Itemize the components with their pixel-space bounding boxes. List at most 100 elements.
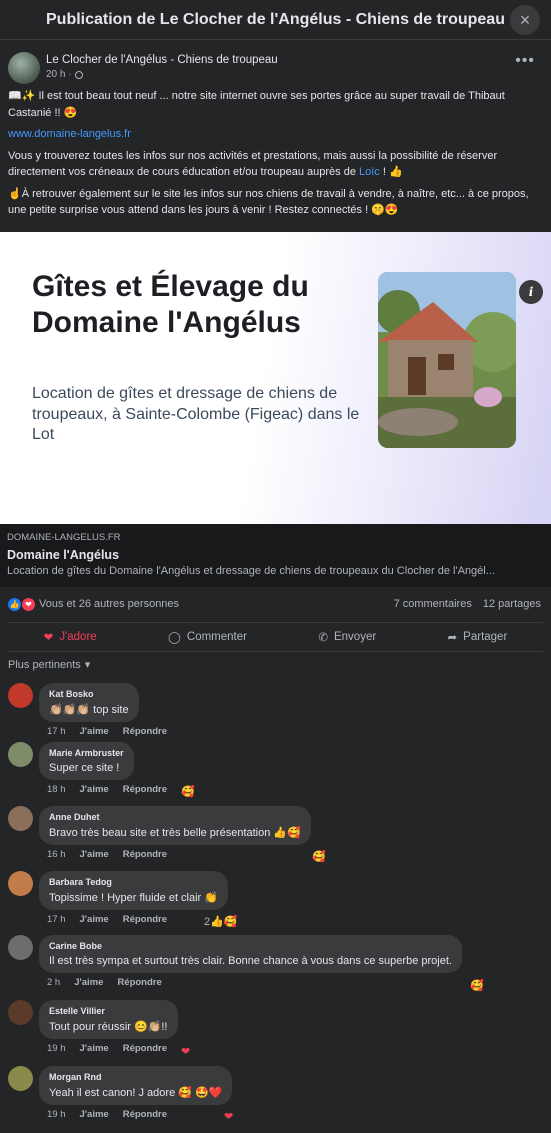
comment-reaction-badge[interactable]: 2👍🥰: [204, 915, 238, 928]
post-time[interactable]: 20 h ·: [46, 69, 72, 80]
link-title: Domaine l'Angélus: [7, 548, 120, 562]
avatar[interactable]: [8, 742, 33, 767]
comment-item: Estelle Villier Tout pour réussir 😊👏🏼!! 19…: [8, 1000, 543, 1054]
comment-meta: 19 h J'aime Répondre: [47, 1109, 232, 1120]
avatar[interactable]: [8, 806, 33, 831]
comment-bubble: Marie Armbruster Super ce site !: [39, 742, 134, 780]
more-options-button[interactable]: •••: [515, 52, 535, 70]
preview-title: Gîtes et Élevage du Domaine l'Angélus: [32, 270, 309, 339]
link-description: Location de gîtes du Domaine l'Angélus e…: [7, 565, 495, 577]
comment-like-button[interactable]: J'aime: [74, 977, 103, 988]
comment-text: Tout pour réussir 😊👏🏼!!: [49, 1021, 168, 1033]
commenter-name[interactable]: Carine Bobe: [49, 941, 452, 951]
share-button[interactable]: ➦ Partager: [448, 630, 508, 644]
comment-meta: 16 h J'aime Répondre: [47, 849, 311, 860]
comment-bubble: Carine Bobe Il est très sympa et surtout …: [39, 935, 462, 973]
commenter-name[interactable]: Barbara Tedog: [49, 877, 218, 887]
comment-meta: 2 h J'aime Répondre: [47, 977, 462, 988]
avatar[interactable]: [8, 871, 33, 896]
avatar[interactable]: [8, 935, 33, 960]
love-label: J'adore: [59, 631, 97, 643]
share-icon: ➦: [447, 632, 458, 644]
comment-like-button[interactable]: J'aime: [80, 1043, 109, 1054]
comment-reply-button[interactable]: Répondre: [123, 849, 167, 860]
comment-item: Kat Bosko 👏🏼👏🏼👏🏼 top site 17 h J'aime Répond…: [8, 683, 543, 737]
comment-item: Anne Duhet Bravo très beau site et très b…: [8, 806, 543, 860]
comment-time[interactable]: 2 h: [47, 977, 60, 988]
comment-bubble: Kat Bosko 👏🏼👏🏼👏🏼 top site: [39, 683, 139, 722]
comment-button[interactable]: ◯ Commenter: [168, 630, 247, 644]
avatar[interactable]: [8, 1066, 33, 1091]
comments-count[interactable]: 7 commentaires: [394, 598, 472, 610]
comment-like-button[interactable]: J'aime: [80, 1109, 109, 1120]
reactions-bar: 👍 ❤ Vous et 26 autres personnes 7 comment…: [8, 592, 541, 616]
link-card[interactable]: DOMAINE-LANGELUS.FR Domaine l'Angélus Lo…: [0, 524, 551, 587]
comment-time[interactable]: 19 h: [47, 1109, 66, 1120]
comment-time[interactable]: 19 h: [47, 1043, 66, 1054]
comment-reaction-badge[interactable]: ❤: [224, 1110, 233, 1123]
comment-bubble: Anne Duhet Bravo très beau site et très b…: [39, 806, 311, 845]
house-photo: [378, 272, 516, 448]
close-button[interactable]: ×: [510, 5, 540, 35]
globe-icon: [74, 70, 83, 79]
comment-reply-button[interactable]: Répondre: [123, 726, 167, 737]
comment-item: Barbara Tedog Topissime ! Hyper fluide et…: [8, 871, 543, 925]
action-bar: ❤ J'adore ◯ Commenter ✆ Envoyer ➦ Partager: [8, 622, 543, 652]
mention-link[interactable]: Loïc: [359, 166, 380, 178]
commenter-name[interactable]: Anne Duhet: [49, 812, 301, 822]
comment-like-button[interactable]: J'aime: [80, 726, 109, 737]
post-paragraph: Vous y trouverez toutes les infos sur no…: [8, 148, 543, 181]
comment-reply-button[interactable]: Répondre: [123, 784, 167, 795]
comment-text: Bravo très beau site et très belle prése…: [49, 827, 301, 839]
comment-item: Morgan Rnd Yeah il est canon! J adore 🥰 🤩…: [8, 1066, 543, 1120]
page-avatar[interactable]: [8, 52, 40, 84]
info-icon[interactable]: i: [519, 280, 543, 304]
avatar[interactable]: [8, 1000, 33, 1025]
post-body: 📖✨ Il est tout beau tout neuf ... notre …: [0, 88, 551, 219]
reactions-summary[interactable]: 👍 ❤ Vous et 26 autres personnes: [8, 597, 179, 611]
website-link[interactable]: www.domaine-langelus.fr: [8, 128, 131, 140]
modal-title: Publication de Le Clocher de l'Angélus -…: [46, 10, 505, 28]
post-meta: 20 h ·: [46, 69, 278, 80]
comment-reply-button[interactable]: Répondre: [123, 914, 167, 925]
comment-reaction-badge[interactable]: 🥰: [181, 785, 195, 798]
comment-icon: ◯: [168, 632, 181, 644]
comment-time[interactable]: 17 h: [47, 914, 66, 925]
close-icon[interactable]: ×: [520, 10, 531, 31]
comment-reaction-badge[interactable]: ❤: [181, 1045, 190, 1058]
comment-like-button[interactable]: J'aime: [80, 914, 109, 925]
comment-label: Commenter: [186, 631, 247, 643]
comment-bubble: Barbara Tedog Topissime ! Hyper fluide et…: [39, 871, 228, 910]
link-preview-image[interactable]: Gîtes et Élevage du Domaine l'Angélus Lo…: [0, 232, 551, 524]
avatar[interactable]: [8, 683, 33, 708]
comment-time[interactable]: 17 h: [47, 726, 66, 737]
comment-text: Super ce site !: [49, 762, 120, 774]
post-header: Le Clocher de l'Angélus - Chiens de trou…: [0, 40, 551, 88]
love-button[interactable]: ❤ J'adore: [44, 630, 97, 644]
commenter-name[interactable]: Kat Bosko: [49, 689, 129, 699]
send-button[interactable]: ✆ Envoyer: [318, 630, 376, 644]
comment-reaction-badge[interactable]: 🥰: [470, 979, 484, 992]
comment-meta: 19 h J'aime Répondre: [47, 1043, 178, 1054]
comment-meta: 17 h J'aime Répondre: [47, 914, 228, 925]
page-name-link[interactable]: Le Clocher de l'Angélus - Chiens de trou…: [46, 54, 278, 66]
commenter-name[interactable]: Morgan Rnd: [49, 1072, 222, 1082]
comment-time[interactable]: 16 h: [47, 849, 66, 860]
filter-label: Plus pertinents: [8, 658, 81, 671]
commenter-name[interactable]: Estelle Villier: [49, 1006, 168, 1016]
reactions-count[interactable]: Vous et 26 autres personnes: [39, 598, 179, 610]
comment-like-button[interactable]: J'aime: [80, 849, 109, 860]
modal-header: Publication de Le Clocher de l'Angélus -…: [0, 0, 551, 40]
comment-reply-button[interactable]: Répondre: [123, 1043, 167, 1054]
comment-reaction-badge[interactable]: 🥰: [312, 850, 326, 863]
post-paragraph: 📖✨ Il est tout beau tout neuf ... notre …: [8, 90, 505, 119]
comment-reply-button[interactable]: Répondre: [123, 1109, 167, 1120]
shares-count[interactable]: 12 partages: [483, 598, 541, 610]
comment-like-button[interactable]: J'aime: [80, 784, 109, 795]
commenter-name[interactable]: Marie Armbruster: [49, 748, 124, 758]
comment-text: Yeah il est canon! J adore 🥰 🤩❤️: [49, 1087, 223, 1099]
comment-time[interactable]: 18 h: [47, 784, 66, 795]
comment-filter[interactable]: Plus pertinents ▾: [8, 658, 91, 672]
chevron-down-icon: ▾: [84, 659, 91, 671]
comment-reply-button[interactable]: Répondre: [117, 977, 161, 988]
